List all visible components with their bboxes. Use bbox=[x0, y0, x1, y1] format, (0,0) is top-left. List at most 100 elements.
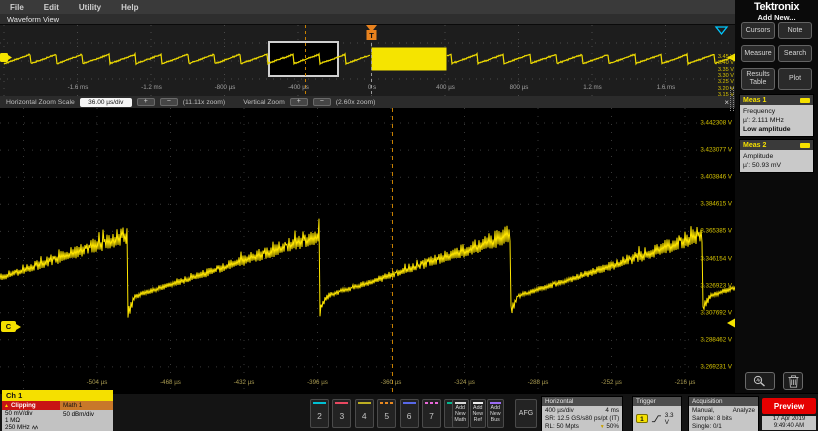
add-new-cursors-button[interactable]: Cursors bbox=[741, 22, 775, 39]
horizontal-panel[interactable]: Horizontal 400 µs/div4 ms SR: 12.5 GS/s8… bbox=[541, 396, 623, 431]
main-time-label: -252 µs bbox=[601, 379, 622, 386]
overview-time-label: -1.6 ms bbox=[68, 84, 89, 91]
meas1-warning: Low amplitude bbox=[743, 125, 810, 134]
channel6-button[interactable]: 6 bbox=[400, 399, 419, 428]
acquisition-panel[interactable]: Acquisition Manual,Analyze Sample: 8 bit… bbox=[688, 396, 759, 431]
channel3-color-strip bbox=[335, 402, 348, 404]
vzoom-minus-button[interactable]: − bbox=[313, 98, 331, 106]
add-button-color-strip bbox=[455, 402, 466, 404]
menu-item-utility[interactable]: Utility bbox=[79, 3, 101, 12]
trigger-position: ▼ 50% bbox=[600, 423, 619, 431]
channel5-color-strip bbox=[380, 402, 393, 404]
draw-a-box-zoom-button[interactable] bbox=[745, 372, 775, 390]
hzoom-plus-button[interactable]: + bbox=[137, 98, 155, 106]
meas2-badge[interactable]: Meas 2 Amplitude µ': 50.93 mV bbox=[739, 139, 814, 173]
channel6-color-strip bbox=[403, 402, 416, 404]
hzoom-scale-input[interactable]: 36.00 µs/div bbox=[80, 98, 132, 107]
overview-waveform-tail bbox=[447, 54, 735, 64]
channel4-button[interactable]: 4 bbox=[355, 399, 374, 428]
main-time-label: -468 µs bbox=[160, 379, 181, 386]
overview-time-label: 1.2 ms bbox=[583, 84, 602, 91]
add-new-label: Add New... bbox=[735, 13, 818, 22]
menu-item-help[interactable]: Help bbox=[121, 3, 138, 12]
acq-sample: Sample: 8 bits bbox=[692, 415, 732, 423]
overview-time-label: -400 µs bbox=[288, 84, 309, 91]
meas1-type: Frequency bbox=[743, 107, 810, 116]
bandwidth-icon bbox=[32, 425, 38, 430]
afg-button[interactable]: AFG bbox=[515, 399, 537, 428]
math1-badge[interactable]: Math 1 50 dBm/div bbox=[60, 401, 113, 431]
trash-button[interactable] bbox=[783, 372, 803, 390]
main-time-label: -432 µs bbox=[234, 379, 255, 386]
channel3-button[interactable]: 3 bbox=[332, 399, 351, 428]
date-label: 17 Apr 2019 bbox=[762, 416, 816, 423]
overview-burst-band bbox=[372, 48, 447, 71]
channel1-badge[interactable]: Ch 1 ▲ Clipping 50 mV/div 1 MΩ 250 MHz M… bbox=[2, 390, 113, 431]
rising-edge-icon bbox=[651, 414, 662, 423]
meas1-badge[interactable]: Meas 1 Frequency µ': 2.111 MHz Low ampli… bbox=[739, 94, 814, 137]
main-voltage-label: 3.288462 V bbox=[700, 336, 732, 343]
main-voltage-label: 3.423077 V bbox=[700, 147, 732, 154]
overview-time-label: 1.6 ms bbox=[657, 84, 676, 91]
add-new-search-button[interactable]: Search bbox=[778, 45, 812, 62]
channel1-level-flag[interactable]: C bbox=[1, 321, 16, 332]
channel1-badge-title[interactable]: Ch 1 bbox=[2, 390, 113, 401]
channel2-button[interactable]: 2 bbox=[310, 399, 329, 428]
preview-button[interactable]: Preview bbox=[762, 398, 816, 414]
meas2-type: Amplitude bbox=[743, 152, 810, 161]
waveform-overview: T -1.6 ms-1.2 ms-800 µs-400 µs0 s400 µs8… bbox=[0, 25, 735, 96]
sidebar-splitter-handle[interactable] bbox=[730, 87, 734, 111]
oscilloscope-app: File Edit Utility Help Waveform View T -1.6… bbox=[0, 0, 818, 431]
add-new-math-button[interactable]: Add New Math bbox=[452, 399, 469, 428]
main-time-label: -288 µs bbox=[528, 379, 549, 386]
main-voltage-label: 3.365385 V bbox=[700, 228, 732, 235]
horizontal-window: 4 ms bbox=[605, 407, 619, 415]
sample-res: 80 ps/pt (IT) bbox=[585, 415, 619, 423]
time-label: 9:49:40 AM bbox=[762, 423, 816, 430]
meas2-value: µ': 50.93 mV bbox=[743, 161, 810, 170]
channel5-button[interactable]: 5 bbox=[377, 399, 396, 428]
math1-badge-title[interactable]: Math 1 bbox=[60, 401, 113, 410]
datetime-display: 17 Apr 2019 9:49:40 AM bbox=[762, 416, 816, 430]
trigger-position-marker[interactable]: T bbox=[366, 25, 377, 40]
add-new-bus-button[interactable]: Add New Bus bbox=[487, 399, 504, 428]
waveform-view-tab[interactable]: Waveform View bbox=[0, 14, 735, 25]
overview-time-label: -1.2 ms bbox=[141, 84, 162, 91]
horizontal-scale: 400 µs/div bbox=[545, 407, 574, 415]
trigger-source-chip: 1 bbox=[636, 414, 648, 423]
main-time-label: -504 µs bbox=[87, 379, 108, 386]
menu-item-file[interactable]: File bbox=[10, 3, 24, 12]
vzoom-plus-button[interactable]: + bbox=[290, 98, 308, 106]
trigger-panel-title: Trigger bbox=[633, 397, 681, 406]
menu-bar: File Edit Utility Help bbox=[0, 0, 735, 14]
add-new-results-table-button[interactable]: Results Table bbox=[741, 68, 775, 90]
channel1-scale: 50 mV/div bbox=[2, 410, 60, 417]
results-sidebar: Tektronix Add New... Meas 1 Frequency µ'… bbox=[735, 0, 818, 393]
clipping-warning: ▲ Clipping bbox=[2, 401, 60, 410]
add-new-plot-button[interactable]: Plot bbox=[778, 68, 812, 90]
main-time-label: -216 µs bbox=[675, 379, 696, 386]
trigger-panel[interactable]: Trigger 1 3.3 V bbox=[632, 396, 682, 431]
channel2-color-strip bbox=[313, 402, 326, 404]
overview-channel-chip[interactable] bbox=[0, 53, 8, 62]
acq-analyze: Analyze bbox=[733, 407, 755, 415]
vzoom-label: Vertical Zoom bbox=[243, 99, 285, 106]
add-new-ref-button[interactable]: Add New Ref bbox=[470, 399, 487, 428]
trigger-level: 3.3 V bbox=[665, 412, 678, 426]
hzoom-minus-button[interactable]: − bbox=[160, 98, 178, 106]
acq-single: Single: 0/1 bbox=[692, 423, 722, 431]
zoom-close-icon[interactable]: × bbox=[724, 98, 729, 107]
channel7-button[interactable]: 7 bbox=[422, 399, 441, 428]
add-new-measure-button[interactable]: Measure bbox=[741, 45, 775, 62]
main-time-label: -324 µs bbox=[454, 379, 475, 386]
menu-item-edit[interactable]: Edit bbox=[44, 3, 59, 12]
main-voltage-label: 3.403846 V bbox=[700, 174, 732, 181]
waveform-view-title: Waveform View bbox=[7, 15, 59, 24]
record-length: RL: 50 Mpts bbox=[545, 423, 579, 431]
add-new-note-button[interactable]: Note bbox=[778, 22, 812, 39]
cyan-marker-icon[interactable] bbox=[716, 27, 727, 34]
tektronix-logo: Tektronix bbox=[735, 1, 818, 13]
trigger-position-icon: ▼ bbox=[600, 424, 605, 430]
trigger-level-arrow[interactable] bbox=[727, 319, 735, 328]
sample-rate: SR: 12.5 GS/s bbox=[545, 415, 585, 423]
